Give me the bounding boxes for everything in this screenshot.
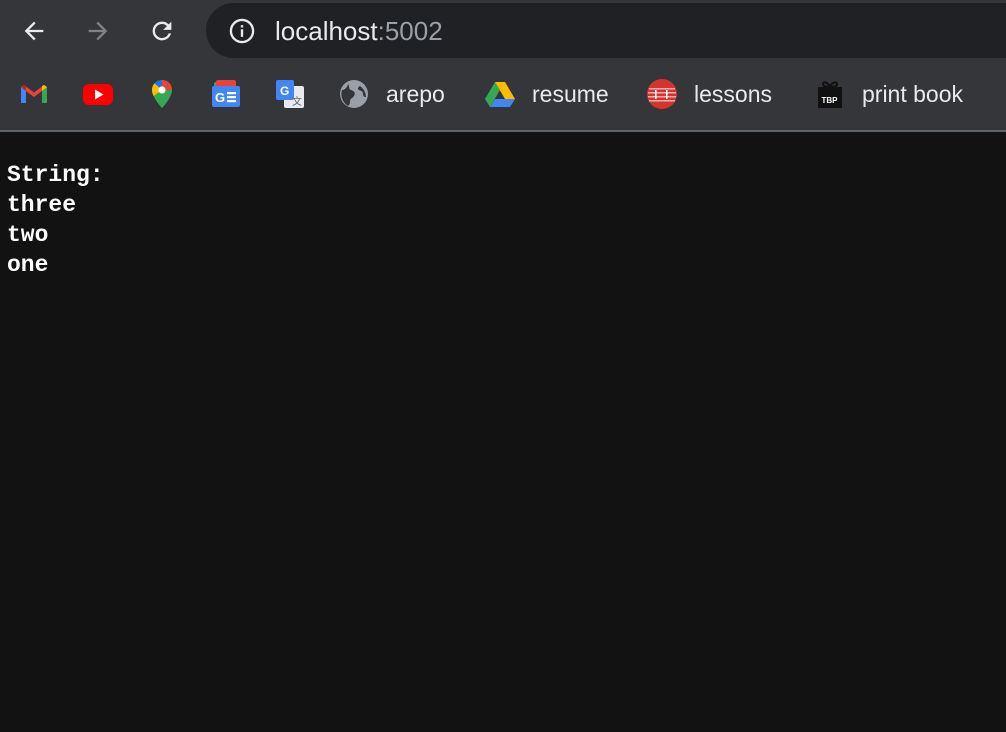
info-icon[interactable]: [228, 17, 256, 45]
url-text: localhost:5002: [275, 16, 443, 46]
google-news-icon: G: [212, 80, 240, 107]
bookmark-print-book[interactable]: TBP print book: [814, 77, 963, 111]
output-line-heading: String:: [7, 162, 104, 188]
bookmark-label: arepo: [386, 80, 445, 107]
page-content: String: three two one: [7, 160, 104, 280]
arrow-right-icon: [88, 21, 108, 41]
output-line: two: [7, 222, 49, 248]
forward-button[interactable]: [78, 11, 118, 51]
back-button[interactable]: [14, 11, 54, 51]
arrow-left-icon: [24, 21, 44, 41]
url-host: localhost: [275, 16, 378, 46]
url-port: :5002: [377, 16, 443, 46]
bookmark-lessons[interactable]: lessons: [646, 77, 772, 111]
google-drive-icon: [485, 82, 515, 107]
google-maps-icon: [152, 80, 172, 108]
youtube-icon: [83, 84, 113, 105]
bookmark-google-maps[interactable]: [146, 77, 178, 111]
bookmark-label: resume: [532, 80, 609, 107]
lessons-icon: [647, 79, 677, 109]
globe-icon: [340, 80, 368, 108]
bookmark-arepo[interactable]: arepo: [338, 77, 445, 111]
svg-text:G: G: [280, 84, 289, 98]
svg-text:G: G: [215, 90, 225, 105]
svg-text:TBP: TBP: [822, 96, 839, 105]
reload-button[interactable]: [142, 11, 182, 51]
toolbar-divider: [0, 130, 1006, 132]
gmail-icon: [21, 85, 47, 103]
bookmark-youtube[interactable]: [82, 77, 114, 111]
google-translate-icon: G 文: [276, 80, 304, 108]
output-line: three: [7, 192, 77, 218]
address-bar[interactable]: localhost:5002: [206, 3, 1006, 58]
browser-toolbar: localhost:5002: [0, 0, 1006, 62]
bookmark-google-translate[interactable]: G 文: [274, 77, 306, 111]
bookmark-google-news[interactable]: G: [210, 77, 242, 111]
bookmark-label: print book: [862, 80, 964, 107]
bookmarks-bar: G G 文 arepo resume lessons TBP print boo…: [0, 62, 1006, 130]
bookmark-resume[interactable]: resume: [484, 77, 609, 111]
reload-icon: [152, 21, 172, 41]
output-line: one: [7, 252, 49, 278]
tbp-gift-icon: TBP: [818, 81, 842, 108]
bookmark-gmail[interactable]: [18, 77, 50, 111]
bookmark-label: lessons: [694, 80, 772, 107]
svg-text:文: 文: [292, 95, 302, 108]
